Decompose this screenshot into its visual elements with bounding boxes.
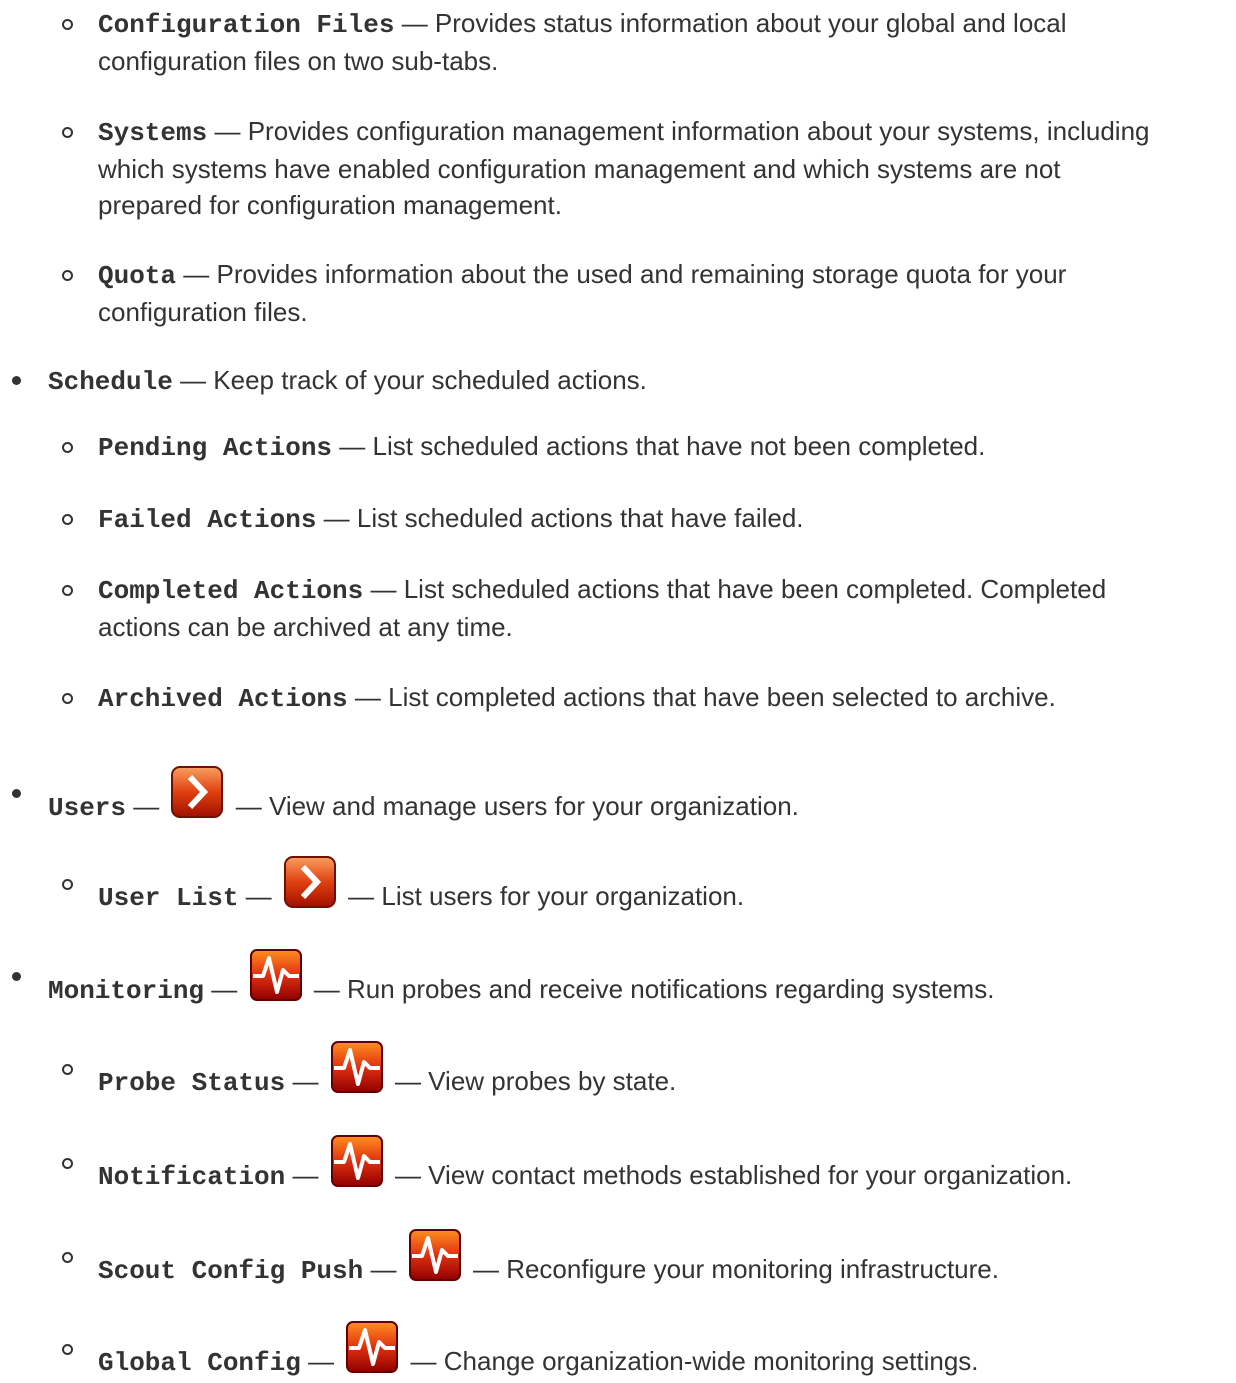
item-description: List users for your organization.	[381, 881, 745, 911]
list-item: Pending Actions — List scheduled actions…	[62, 428, 1218, 466]
list-item: Schedule — Keep track of your scheduled …	[12, 362, 647, 400]
dash: —	[354, 682, 381, 712]
circle-bullet	[62, 442, 73, 453]
item-term: Schedule	[48, 367, 173, 397]
circle-bullet	[62, 585, 73, 596]
item-description: Reconfigure your monitoring infrastructu…	[506, 1254, 999, 1284]
item-description: Run probes and receive notifications reg…	[346, 974, 995, 1004]
item-term: Global Config	[98, 1348, 301, 1378]
item-term: Notification	[98, 1162, 286, 1192]
item-term: Pending Actions	[98, 433, 333, 463]
dash: —	[211, 974, 238, 1004]
dash: —	[292, 1066, 319, 1096]
dash: —	[394, 1160, 421, 1190]
dash: —	[180, 365, 207, 395]
dash: —	[183, 259, 210, 289]
dash: —	[133, 791, 160, 821]
circle-bullet	[62, 879, 73, 890]
list-item: Global Config — — Change organization-wi…	[62, 1320, 1218, 1381]
circle-bullet	[62, 1064, 73, 1075]
list-item: Monitoring — — Run probes and receive no…	[12, 948, 995, 1009]
item-description: configuration files.	[98, 297, 308, 327]
circle-bullet	[62, 270, 73, 281]
item-term: Systems	[98, 118, 208, 148]
dash: —	[308, 1346, 335, 1376]
item-description: List scheduled actions that have not bee…	[372, 431, 986, 461]
item-description: Provides status information about your g…	[434, 8, 1067, 38]
list-item: Probe Status — — View probes by state.	[62, 1040, 1218, 1101]
item-description: Provides information about the used and …	[216, 259, 1067, 289]
circle-bullet	[62, 1158, 73, 1169]
item-description: actions can be archived at any time.	[98, 612, 513, 642]
list-item: Quota — Provides information about the u…	[62, 256, 1218, 330]
dash: —	[410, 1346, 437, 1376]
list-item: Configuration Files — Provides status in…	[62, 5, 1218, 79]
circle-bullet	[62, 19, 73, 30]
item-description: configuration files on two sub-tabs.	[98, 46, 499, 76]
circle-bullet	[62, 1344, 73, 1355]
list-item: Completed Actions — List scheduled actio…	[62, 571, 1218, 645]
list-item: Archived Actions — List completed action…	[62, 679, 1218, 717]
dash: —	[235, 791, 262, 821]
disc-bullet	[12, 972, 21, 981]
item-term: Scout Config Push	[98, 1256, 364, 1286]
dash: —	[401, 8, 428, 38]
circle-bullet	[62, 1252, 73, 1263]
circle-bullet	[62, 693, 73, 704]
monitoring-pulse-icon	[330, 1134, 384, 1187]
item-term: Users	[48, 793, 127, 823]
item-description: prepared for configuration management.	[98, 190, 562, 220]
dash: —	[245, 881, 272, 911]
item-description: View probes by state.	[428, 1066, 677, 1096]
item-description: Keep track of your scheduled actions.	[213, 365, 647, 395]
dash: —	[370, 574, 397, 604]
item-description: which systems have enabled configuration…	[98, 154, 1061, 184]
list-item: Notification — — View contact methods es…	[62, 1134, 1218, 1195]
item-description: View and manage users for your organizat…	[268, 791, 799, 821]
circle-bullet	[62, 514, 73, 525]
item-term: Probe Status	[98, 1068, 286, 1098]
list-item: Users — — View and manage users for your…	[12, 765, 799, 826]
item-description: Provides configuration management inform…	[247, 116, 1150, 146]
monitoring-pulse-icon	[408, 1228, 462, 1281]
item-description: List scheduled actions that have failed.	[356, 503, 804, 533]
circle-bullet	[62, 127, 73, 138]
item-term: Quota	[98, 261, 177, 291]
dash: —	[323, 503, 350, 533]
dash: —	[472, 1254, 499, 1284]
list-item: User List — — List users for your organi…	[62, 855, 1218, 916]
dash: —	[292, 1160, 319, 1190]
dash: —	[313, 974, 340, 1004]
list-item: Scout Config Push — — Reconfigure your m…	[62, 1228, 1218, 1289]
dash: —	[214, 116, 241, 146]
dash: —	[339, 431, 366, 461]
disc-bullet	[12, 376, 21, 385]
list-item: Failed Actions — List scheduled actions …	[62, 500, 1218, 538]
item-term: User List	[98, 883, 239, 913]
dash: —	[348, 881, 375, 911]
monitoring-pulse-icon	[249, 948, 303, 1001]
item-description: List scheduled actions that have been co…	[403, 574, 1107, 604]
provisioning-chevron-icon	[170, 765, 224, 818]
item-description: View contact methods established for you…	[428, 1160, 1073, 1190]
provisioning-chevron-icon	[283, 855, 337, 908]
item-term: Completed Actions	[98, 576, 364, 606]
disc-bullet	[12, 789, 21, 798]
monitoring-pulse-icon	[330, 1040, 384, 1093]
dash: —	[370, 1254, 397, 1284]
item-term: Archived Actions	[98, 684, 348, 714]
monitoring-pulse-icon	[345, 1320, 399, 1373]
item-term: Monitoring	[48, 976, 205, 1006]
item-description: List completed actions that have been se…	[388, 682, 1056, 712]
item-description: Change organization-wide monitoring sett…	[443, 1346, 979, 1376]
item-term: Failed Actions	[98, 505, 317, 535]
item-term: Configuration Files	[98, 10, 395, 40]
list-item: Systems — Provides configuration managem…	[62, 113, 1218, 223]
dash: —	[394, 1066, 421, 1096]
